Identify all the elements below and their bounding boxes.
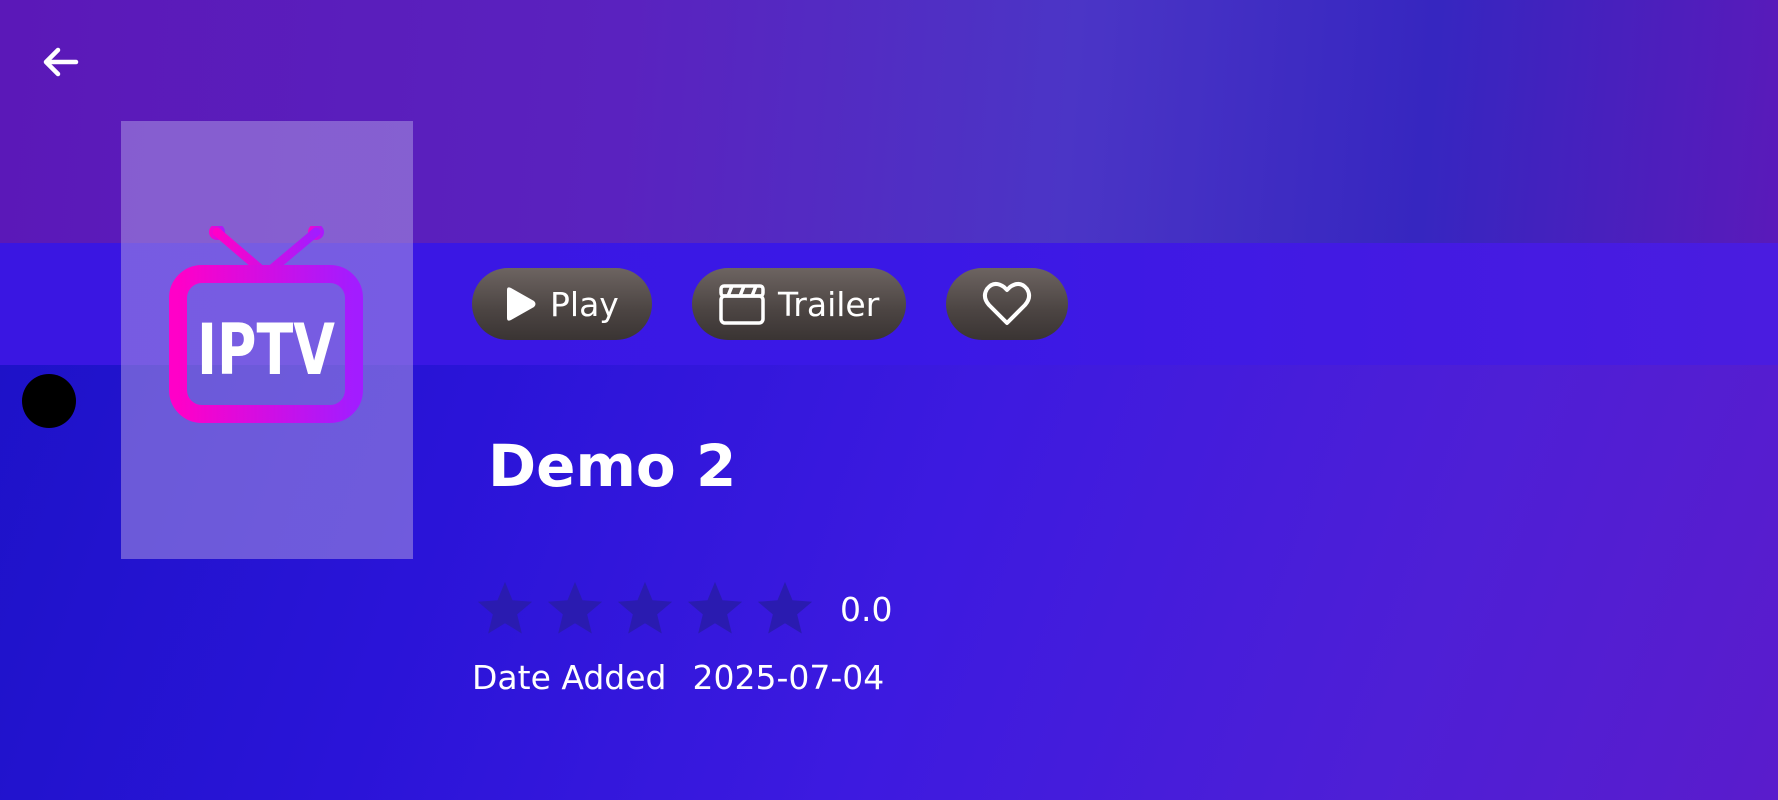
trailer-button[interactable]: Trailer xyxy=(692,268,906,340)
heart-outline-icon xyxy=(982,282,1032,325)
trailer-label: Trailer xyxy=(778,284,880,324)
date-added-row: Date Added 2025-07-04 xyxy=(472,658,884,697)
star-icon xyxy=(547,581,603,634)
date-added-value: 2025-07-04 xyxy=(692,658,885,697)
star-icon xyxy=(757,581,813,634)
star-icon xyxy=(687,581,743,634)
movie-detail-screen: IPTV Play Trailer Demo 2 0.0 Date Added … xyxy=(0,0,1778,800)
star-icon xyxy=(477,581,533,634)
action-buttons: Play Trailer xyxy=(472,268,1068,340)
play-label: Play xyxy=(550,284,619,324)
iptv-logo-text: IPTV xyxy=(197,309,335,391)
star-icon xyxy=(617,581,673,634)
rating-value: 0.0 xyxy=(840,589,893,629)
movie-title: Demo 2 xyxy=(488,432,737,500)
iptv-logo-icon: IPTV xyxy=(169,226,363,423)
play-icon xyxy=(507,287,536,321)
play-button[interactable]: Play xyxy=(472,268,652,340)
rating-row: 0.0 xyxy=(474,578,892,640)
movie-poster[interactable]: IPTV xyxy=(121,121,413,559)
clapperboard-icon xyxy=(719,284,765,325)
favorite-button[interactable] xyxy=(946,268,1068,340)
back-button[interactable] xyxy=(36,42,84,82)
focus-indicator-dot xyxy=(22,374,76,428)
arrow-left-icon xyxy=(43,47,79,77)
date-added-label: Date Added xyxy=(472,658,667,697)
